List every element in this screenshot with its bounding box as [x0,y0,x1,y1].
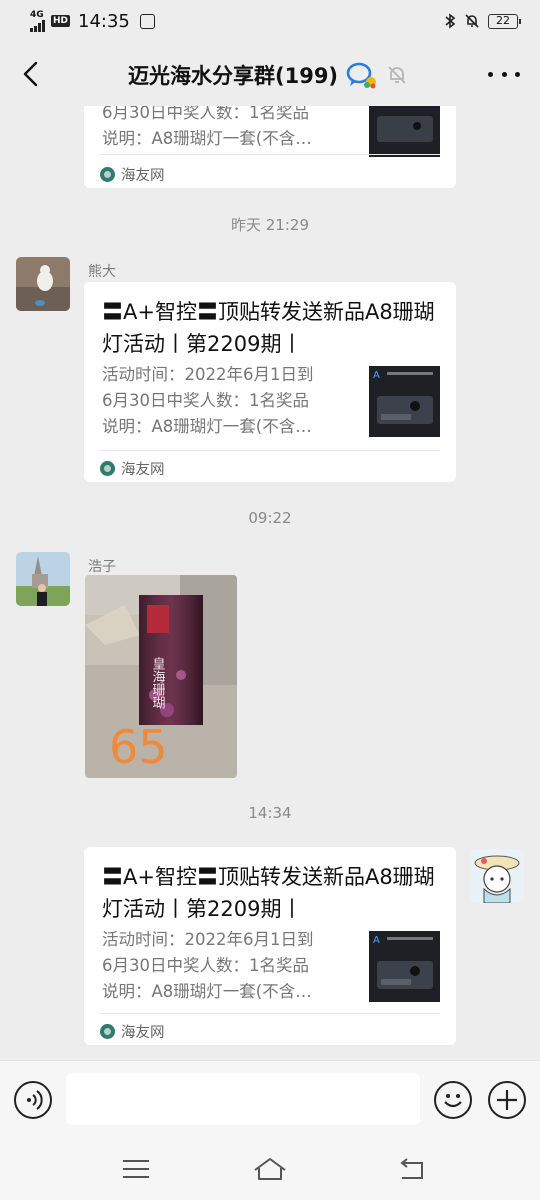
more-options-button[interactable] [488,62,520,86]
home-icon[interactable] [252,1154,288,1184]
source-name: 海友网 [121,168,165,184]
smiley-icon [444,1094,462,1108]
emoji-button[interactable] [434,1081,472,1119]
group-assistant-icon[interactable] [346,61,378,89]
battery-indicator: 22 [488,13,521,29]
system-nav-bar [0,1140,540,1200]
avatar-xiongda[interactable] [16,257,70,311]
card-divider [100,450,440,451]
source-name: 海友网 [121,462,165,478]
card-divider [100,1013,440,1014]
card-description: 活动时间：2022年6月1日到 6月30日中奖人数：1名奖品 说明：A8珊瑚灯一… [102,930,314,1001]
card-description: 说明：A8珊瑚灯一套(不含… [102,129,312,148]
voice-icon [27,1090,43,1110]
chat-title: 迈光海水分享群(199) [128,64,339,88]
svg-text:A: A [373,370,380,381]
source-logo-icon [100,1024,115,1039]
avatar-self[interactable] [470,849,524,903]
card-source: 海友网 [100,164,165,185]
link-card[interactable]: 〓A+智控〓顶贴转发送新品A8珊瑚灯活动丨第2209期丨 活动时间：2022年6… [84,282,456,482]
card-thumbnail: A [369,931,440,1002]
card-title: 〓A+智控〓顶贴转发送新品A8珊瑚灯活动丨第2209期丨 [102,300,435,356]
card-description: 6月30日中奖人数：1名奖品 [102,106,309,122]
input-bar [0,1060,540,1140]
card-divider [100,154,440,155]
image-message[interactable]: 皇海珊瑚 65 [85,575,237,778]
back-nav-icon[interactable] [396,1154,428,1184]
message-input[interactable] [66,1073,420,1125]
card-thumbnail [369,106,440,157]
sender-name: 浩子 [88,559,116,575]
more-functions-button[interactable] [488,1081,526,1119]
voice-input-button[interactable] [14,1081,52,1119]
status-time: 14:35 [78,10,130,32]
link-card-partial[interactable]: 6月30日中奖人数：1名奖品 说明：A8珊瑚灯一套(不含… 海友网 [84,106,456,188]
bluetooth-icon [445,13,456,29]
card-source: 海友网 [100,458,165,479]
product-box-text: 皇海珊瑚 [150,657,166,709]
svg-text:A: A [373,935,380,946]
avatar-haozi[interactable] [16,552,70,606]
status-bar: 4G HD 14:35 22 [0,0,540,42]
back-arrow-icon[interactable] [14,56,50,92]
message-list[interactable]: 6月30日中奖人数：1名奖品 说明：A8珊瑚灯一套(不含… 海友网 昨天 21:… [0,106,540,1060]
card-source: 海友网 [100,1021,165,1042]
timestamp: 09:22 [248,509,292,527]
source-logo-icon [100,461,115,476]
handwritten-number: 65 [109,720,168,774]
menu-icon[interactable] [120,1154,152,1184]
network-type: 4G [30,9,44,20]
source-name: 海友网 [121,1025,165,1041]
mute-notifications-icon [388,66,406,84]
chat-header: 迈光海水分享群(199) [0,42,540,106]
card-title: 〓A+智控〓顶贴转发送新品A8珊瑚灯活动丨第2209期丨 [102,865,435,921]
timestamp: 14:34 [248,804,292,822]
link-card-own[interactable]: 〓A+智控〓顶贴转发送新品A8珊瑚灯活动丨第2209期丨 活动时间：2022年6… [84,847,456,1045]
timestamp: 昨天 21:29 [231,216,309,234]
app-notification-icon [139,13,155,29]
sender-name: 熊大 [88,264,116,280]
card-thumbnail: A [369,366,440,437]
plus-icon [497,1090,517,1110]
source-logo-icon [100,167,115,182]
hd-badge: HD [51,15,71,27]
signal-icon [30,19,45,32]
card-description: 活动时间：2022年6月1日到 6月30日中奖人数：1名奖品 说明：A8珊瑚灯一… [102,365,314,436]
mute-bell-icon [465,14,479,28]
